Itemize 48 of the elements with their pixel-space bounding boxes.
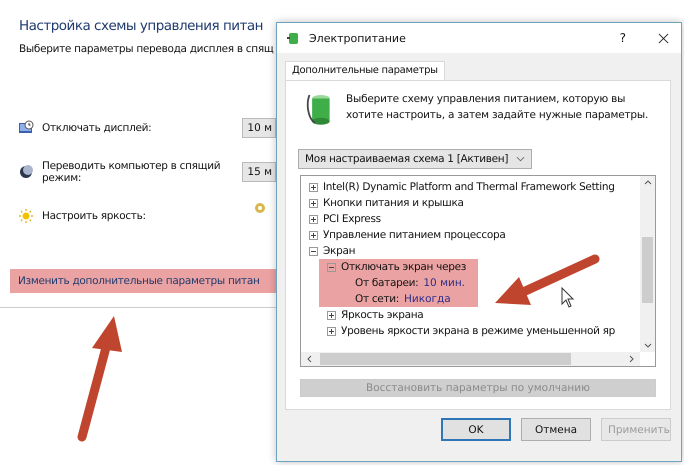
tab[interactable]: Дополнительные параметры [285, 61, 445, 80]
expander-icon[interactable] [327, 326, 336, 336]
expander-icon[interactable] [309, 230, 318, 240]
expander-icon[interactable] [309, 246, 318, 256]
expander-icon[interactable] [327, 262, 336, 272]
setting-label: Переводить компьютер в спящий режим: [42, 160, 222, 184]
tree-item[interactable]: Кнопки питания и крышка [323, 197, 464, 209]
help-button[interactable]: ? [620, 31, 626, 45]
scroll-left-icon[interactable] [307, 355, 312, 363]
setting-label: Настроить яркость: [42, 210, 147, 222]
dialog-button[interactable]: Отмена [521, 418, 591, 441]
expander-icon[interactable] [309, 198, 318, 208]
time-dropdown[interactable]: 15 м [242, 162, 276, 182]
close-icon[interactable] [658, 32, 669, 44]
expander-icon[interactable] [327, 310, 336, 320]
horizontal-scrollbar[interactable] [301, 352, 640, 366]
chevron-down-icon [516, 156, 526, 162]
setting-label: От батареи: [355, 277, 418, 289]
setting-label: От сети: [355, 293, 400, 305]
scroll-down-icon[interactable] [644, 343, 652, 348]
advanced-settings-link[interactable]: Изменить дополнительные параметры питан [10, 269, 276, 293]
page-title: Настройка схемы управления питан [18, 18, 264, 34]
monitor-clock-icon [18, 120, 34, 136]
dialog-button[interactable]: OK [441, 418, 511, 441]
expander-icon[interactable] [309, 182, 318, 192]
moon-icon [18, 164, 34, 180]
expander-icon[interactable] [309, 214, 318, 224]
tree-item[interactable]: PCI Express [323, 213, 381, 225]
scheme-dropdown[interactable]: Моя настраиваемая схема 1 [Активен] [298, 149, 532, 169]
instruction-text: Выберите схему управления питанием, которую вы хотите настроить, а затем задайте нужные параметры. [346, 92, 650, 123]
page-subtitle: Выберите параметры перевода дисплея в спящ [18, 43, 274, 55]
scroll-right-icon[interactable] [629, 355, 634, 363]
scroll-up-icon[interactable] [644, 180, 652, 185]
vertical-scrollbar[interactable] [640, 176, 655, 352]
tree-item[interactable]: Отключать экран через [341, 261, 466, 273]
setting-value[interactable]: 10 мин. [423, 277, 466, 289]
slider-thumb-icon[interactable] [254, 202, 266, 214]
time-dropdown[interactable]: 10 м [242, 118, 276, 138]
setting-value[interactable]: Никогда [404, 293, 451, 305]
tree-item[interactable]: Управление питанием процессора [323, 229, 506, 241]
sun-icon [18, 208, 34, 224]
tree-item[interactable]: Экран [323, 245, 356, 257]
tree-item[interactable]: Уровень яркости экрана в режиме уменьшенной яр [341, 325, 616, 337]
setting-label: Отключать дисплей: [42, 122, 152, 134]
tree-item[interactable]: Intel(R) Dynamic Platform and Thermal Framework Setting [323, 181, 615, 193]
tree-item[interactable]: Яркость экрана [341, 309, 424, 321]
mouse-cursor-icon [561, 287, 575, 309]
window-title: Электропитание [309, 32, 407, 44]
